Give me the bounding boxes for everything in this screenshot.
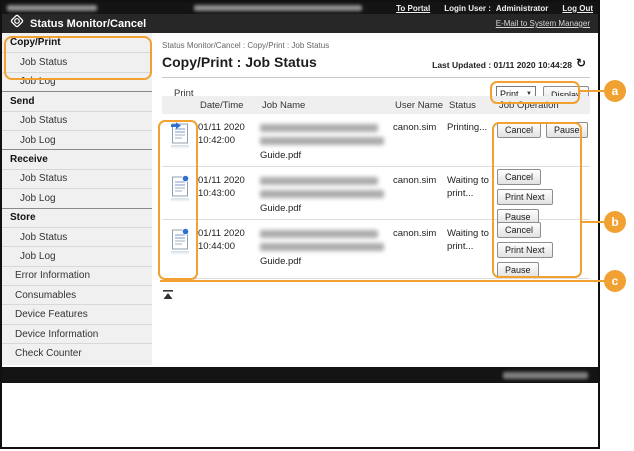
pause-button[interactable]: Pause bbox=[546, 122, 588, 138]
sidebar-item-send-job-log[interactable]: Job Log bbox=[2, 130, 152, 149]
sidebar-section-receive: Receive bbox=[2, 149, 152, 168]
sidebar-item-copyprint-job-log[interactable]: Job Log bbox=[2, 72, 152, 91]
login-user-label: Login User : bbox=[444, 4, 491, 13]
sidebar-section-store: Store bbox=[2, 208, 152, 227]
job-name: Guide.pdf bbox=[260, 114, 393, 166]
top-bar: To Portal Login User : Administrator Log… bbox=[2, 2, 598, 14]
job-waiting-icon bbox=[162, 167, 198, 225]
redacted-device-name bbox=[7, 5, 97, 11]
print-next-button[interactable]: Print Next bbox=[497, 242, 553, 258]
cancel-button[interactable]: Cancel bbox=[497, 222, 541, 238]
redacted-job-name-line bbox=[260, 177, 378, 185]
cancel-button[interactable]: Cancel bbox=[497, 169, 541, 185]
job-user: canon.sim bbox=[393, 167, 447, 225]
last-updated-text: Last Updated : 01/11 2020 10:44:28 bbox=[332, 60, 572, 70]
col-status: Status bbox=[447, 100, 497, 111]
table-row: 01/11 2020 10:42:00 Guide.pdf canon.sim … bbox=[162, 114, 590, 167]
job-date-time: 01/11 2020 10:43:00 bbox=[198, 167, 260, 225]
redacted-job-name-line bbox=[260, 124, 378, 132]
icon-reflection bbox=[171, 251, 189, 255]
title-divider bbox=[162, 77, 590, 78]
job-status: Printing... bbox=[447, 114, 497, 166]
job-date-time: 01/11 2020 10:42:00 bbox=[198, 114, 260, 166]
callout-bubble-a: a bbox=[604, 80, 626, 102]
pause-button[interactable]: Pause bbox=[497, 262, 539, 278]
redacted-copyright bbox=[503, 372, 588, 379]
app-bar: Status Monitor/Cancel E-Mail to System M… bbox=[2, 14, 598, 33]
sidebar-item-device-features[interactable]: Device Features bbox=[2, 304, 152, 323]
refresh-icon[interactable]: ↻ bbox=[576, 56, 586, 70]
icon-reflection bbox=[171, 145, 189, 149]
status-monitor-icon bbox=[10, 14, 24, 33]
sidebar-item-copyprint-job-status[interactable]: Job Status bbox=[2, 52, 152, 71]
icon-reflection bbox=[171, 198, 189, 202]
page: To Portal Login User : Administrator Log… bbox=[0, 0, 634, 451]
breadcrumb: Status Monitor/Cancel : Copy/Print : Job… bbox=[162, 41, 329, 50]
redacted-model-names bbox=[194, 5, 362, 11]
col-date-time: Date/Time bbox=[198, 100, 260, 111]
job-operations: Cancel Print Next Pause bbox=[497, 167, 590, 225]
back-to-top-icon[interactable] bbox=[162, 287, 174, 305]
page-title: Copy/Print : Job Status bbox=[162, 54, 317, 70]
screenshot-frame: To Portal Login User : Administrator Log… bbox=[0, 0, 600, 449]
footer-bar bbox=[2, 367, 598, 383]
col-job-operation: Job Operation bbox=[497, 100, 590, 111]
sidebar-item-device-information[interactable]: Device Information bbox=[2, 324, 152, 343]
login-user: Login User : Administrator bbox=[444, 4, 548, 13]
redacted-job-name-line bbox=[260, 230, 378, 238]
login-user-name: Administrator bbox=[496, 4, 548, 13]
job-status: Waiting to print... bbox=[447, 220, 497, 278]
job-user: canon.sim bbox=[393, 114, 447, 166]
table-row: 01/11 2020 10:43:00 Guide.pdf canon.sim … bbox=[162, 167, 590, 220]
sidebar-item-store-job-status[interactable]: Job Status bbox=[2, 227, 152, 246]
sidebar-item-error-information[interactable]: Error Information bbox=[2, 266, 152, 285]
job-table-header: Date/Time Job Name User Name Status Job … bbox=[162, 96, 590, 114]
job-user: canon.sim bbox=[393, 220, 447, 278]
email-system-manager-link[interactable]: E-Mail to System Manager bbox=[496, 19, 598, 28]
sidebar-item-consumables[interactable]: Consumables bbox=[2, 285, 152, 304]
sidebar: Copy/Print Job Status Job Log Send Job S… bbox=[2, 33, 152, 365]
col-user-name: User Name bbox=[393, 100, 447, 111]
callout-bubble-b: b bbox=[604, 211, 626, 233]
redacted-job-name-line bbox=[260, 243, 384, 251]
sidebar-item-store-job-log[interactable]: Job Log bbox=[2, 246, 152, 265]
job-date-time: 01/11 2020 10:44:00 bbox=[198, 220, 260, 278]
sidebar-section-copy-print: Copy/Print bbox=[2, 33, 152, 52]
sidebar-item-check-counter[interactable]: Check Counter bbox=[2, 343, 152, 362]
job-name: Guide.pdf bbox=[260, 220, 393, 278]
job-status: Waiting to print... bbox=[447, 167, 497, 225]
callout-bubble-c: c bbox=[604, 270, 626, 292]
redacted-job-name-line bbox=[260, 190, 384, 198]
job-waiting-icon bbox=[162, 220, 198, 278]
job-printing-icon bbox=[162, 114, 198, 166]
col-job-name: Job Name bbox=[260, 100, 393, 111]
log-out-link[interactable]: Log Out bbox=[562, 4, 593, 13]
job-operations: Cancel Pause bbox=[497, 114, 590, 166]
to-portal-link[interactable]: To Portal bbox=[396, 4, 430, 13]
job-name: Guide.pdf bbox=[260, 167, 393, 225]
table-row: 01/11 2020 10:44:00 Guide.pdf canon.sim … bbox=[162, 220, 590, 279]
job-operations: Cancel Print Next Pause bbox=[497, 220, 590, 278]
print-next-button[interactable]: Print Next bbox=[497, 189, 553, 205]
redacted-job-name-line bbox=[260, 137, 384, 145]
job-table: Date/Time Job Name User Name Status Job … bbox=[162, 96, 590, 279]
sidebar-item-receive-job-status[interactable]: Job Status bbox=[2, 169, 152, 188]
sidebar-item-receive-job-log[interactable]: Job Log bbox=[2, 188, 152, 207]
sidebar-item-send-job-status[interactable]: Job Status bbox=[2, 111, 152, 130]
page-app-title: Status Monitor/Cancel bbox=[30, 18, 146, 30]
cancel-button[interactable]: Cancel bbox=[497, 122, 541, 138]
sidebar-section-send: Send bbox=[2, 91, 152, 110]
